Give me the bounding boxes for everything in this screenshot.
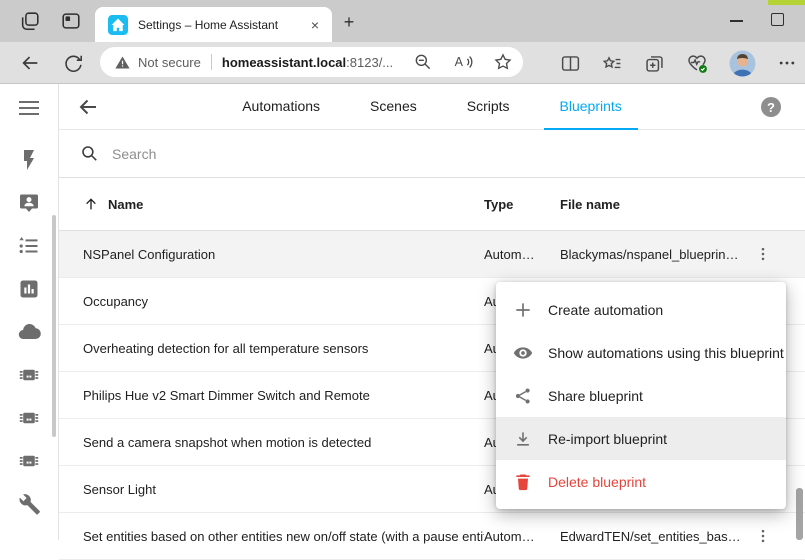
- column-file-name[interactable]: File name: [560, 197, 743, 212]
- browser-toolbar: Not secure homeassistant.local:8123/... …: [0, 42, 805, 84]
- search-bar: [59, 130, 805, 178]
- svg-text:A: A: [455, 55, 464, 69]
- ha-favicon: [108, 15, 128, 35]
- download-icon: [513, 429, 533, 449]
- tab-automations[interactable]: Automations: [226, 84, 336, 130]
- sidebar-scrollbar[interactable]: [52, 215, 56, 437]
- kebab-icon[interactable]: [743, 527, 783, 545]
- screen-edge-artifact: [768, 0, 805, 5]
- ellipsis-icon[interactable]: [777, 53, 797, 73]
- person-badge-icon[interactable]: [17, 191, 41, 215]
- bar-chart-box-icon[interactable]: [17, 277, 41, 301]
- url-divider: [211, 54, 212, 70]
- browser-tab[interactable]: Settings – Home Assistant ×: [95, 7, 332, 42]
- hamburger-button[interactable]: [17, 96, 41, 120]
- back-icon: [19, 52, 41, 74]
- sort-up-icon: [83, 196, 99, 212]
- column-name[interactable]: Name: [83, 196, 484, 212]
- bulleted-list-icon[interactable]: [17, 234, 41, 258]
- sidebar: [0, 84, 59, 540]
- browser-essentials-icon[interactable]: [686, 52, 708, 74]
- page-scrollbar[interactable]: [796, 488, 803, 540]
- url-path: :8123/...: [346, 55, 393, 70]
- chip-icon[interactable]: [17, 449, 41, 473]
- url-host: homeassistant.local: [222, 55, 346, 70]
- help-button[interactable]: ?: [761, 97, 781, 117]
- eye-icon: [513, 343, 533, 363]
- tab-scripts[interactable]: Scripts: [451, 84, 526, 130]
- new-tab-button[interactable]: +: [338, 11, 360, 33]
- plus-icon: [513, 300, 533, 320]
- minimize-button[interactable]: [726, 12, 746, 30]
- cloud-icon[interactable]: [17, 320, 41, 344]
- share-icon: [513, 386, 533, 406]
- trash-icon: [513, 472, 533, 492]
- menu-item-reimport-blueprint[interactable]: Re-import blueprint: [496, 417, 786, 460]
- back-button[interactable]: [18, 51, 42, 75]
- column-type[interactable]: Type: [484, 197, 560, 212]
- search-icon: [80, 144, 99, 163]
- menu-item-share-blueprint[interactable]: Share blueprint: [496, 374, 786, 417]
- tab-stack-add-icon[interactable]: [644, 53, 665, 74]
- tab-title: Settings – Home Assistant: [138, 18, 306, 32]
- tab-close-icon[interactable]: ×: [306, 18, 324, 32]
- refresh-icon: [63, 53, 84, 74]
- tab-workspaces-button[interactable]: [18, 10, 42, 32]
- search-input[interactable]: [110, 145, 530, 163]
- chip-icon[interactable]: [17, 363, 41, 387]
- table-header: Name Type File name: [59, 178, 805, 231]
- app-header: Automations Scenes Scripts Blueprints ?: [59, 84, 805, 130]
- favorite-star-icon[interactable]: [493, 52, 513, 72]
- menu-item-delete-blueprint[interactable]: Delete blueprint: [496, 460, 786, 503]
- tab-workspaces-icon: [19, 10, 41, 32]
- security-label[interactable]: Not secure: [138, 55, 201, 70]
- tab-layout-icon: [60, 10, 82, 32]
- tab-layout-button[interactable]: [59, 10, 83, 32]
- url-text[interactable]: homeassistant.local:8123/...: [222, 55, 405, 70]
- energy-bolt-icon[interactable]: [17, 148, 41, 172]
- collections-icon[interactable]: [602, 53, 623, 74]
- warning-icon: [114, 54, 131, 71]
- chip-icon[interactable]: [17, 406, 41, 430]
- kebab-icon[interactable]: [743, 245, 783, 263]
- tab-scenes[interactable]: Scenes: [354, 84, 433, 130]
- read-aloud-icon[interactable]: A: [453, 52, 473, 72]
- profile-avatar[interactable]: [729, 50, 756, 77]
- settings-tabs: Automations Scenes Scripts Blueprints: [59, 84, 805, 130]
- blueprint-context-menu: Create automation Show automations using…: [496, 282, 786, 509]
- menu-item-create-automation[interactable]: Create automation: [496, 288, 786, 331]
- menu-item-show-automations[interactable]: Show automations using this blueprint: [496, 331, 786, 374]
- table-row[interactable]: Set entities based on other entities new…: [59, 513, 805, 560]
- refresh-button[interactable]: [61, 51, 85, 75]
- split-screen-icon[interactable]: [560, 53, 581, 74]
- address-bar[interactable]: Not secure homeassistant.local:8123/... …: [100, 47, 523, 77]
- tab-blueprints[interactable]: Blueprints: [544, 84, 638, 130]
- wrench-icon[interactable]: [17, 492, 41, 516]
- table-row[interactable]: NSPanel Configuration Autom… Blackymas/n…: [59, 231, 805, 278]
- zoom-out-icon[interactable]: [413, 52, 433, 72]
- maximize-button[interactable]: [771, 13, 784, 26]
- browser-tab-bar: Settings – Home Assistant × +: [0, 0, 805, 42]
